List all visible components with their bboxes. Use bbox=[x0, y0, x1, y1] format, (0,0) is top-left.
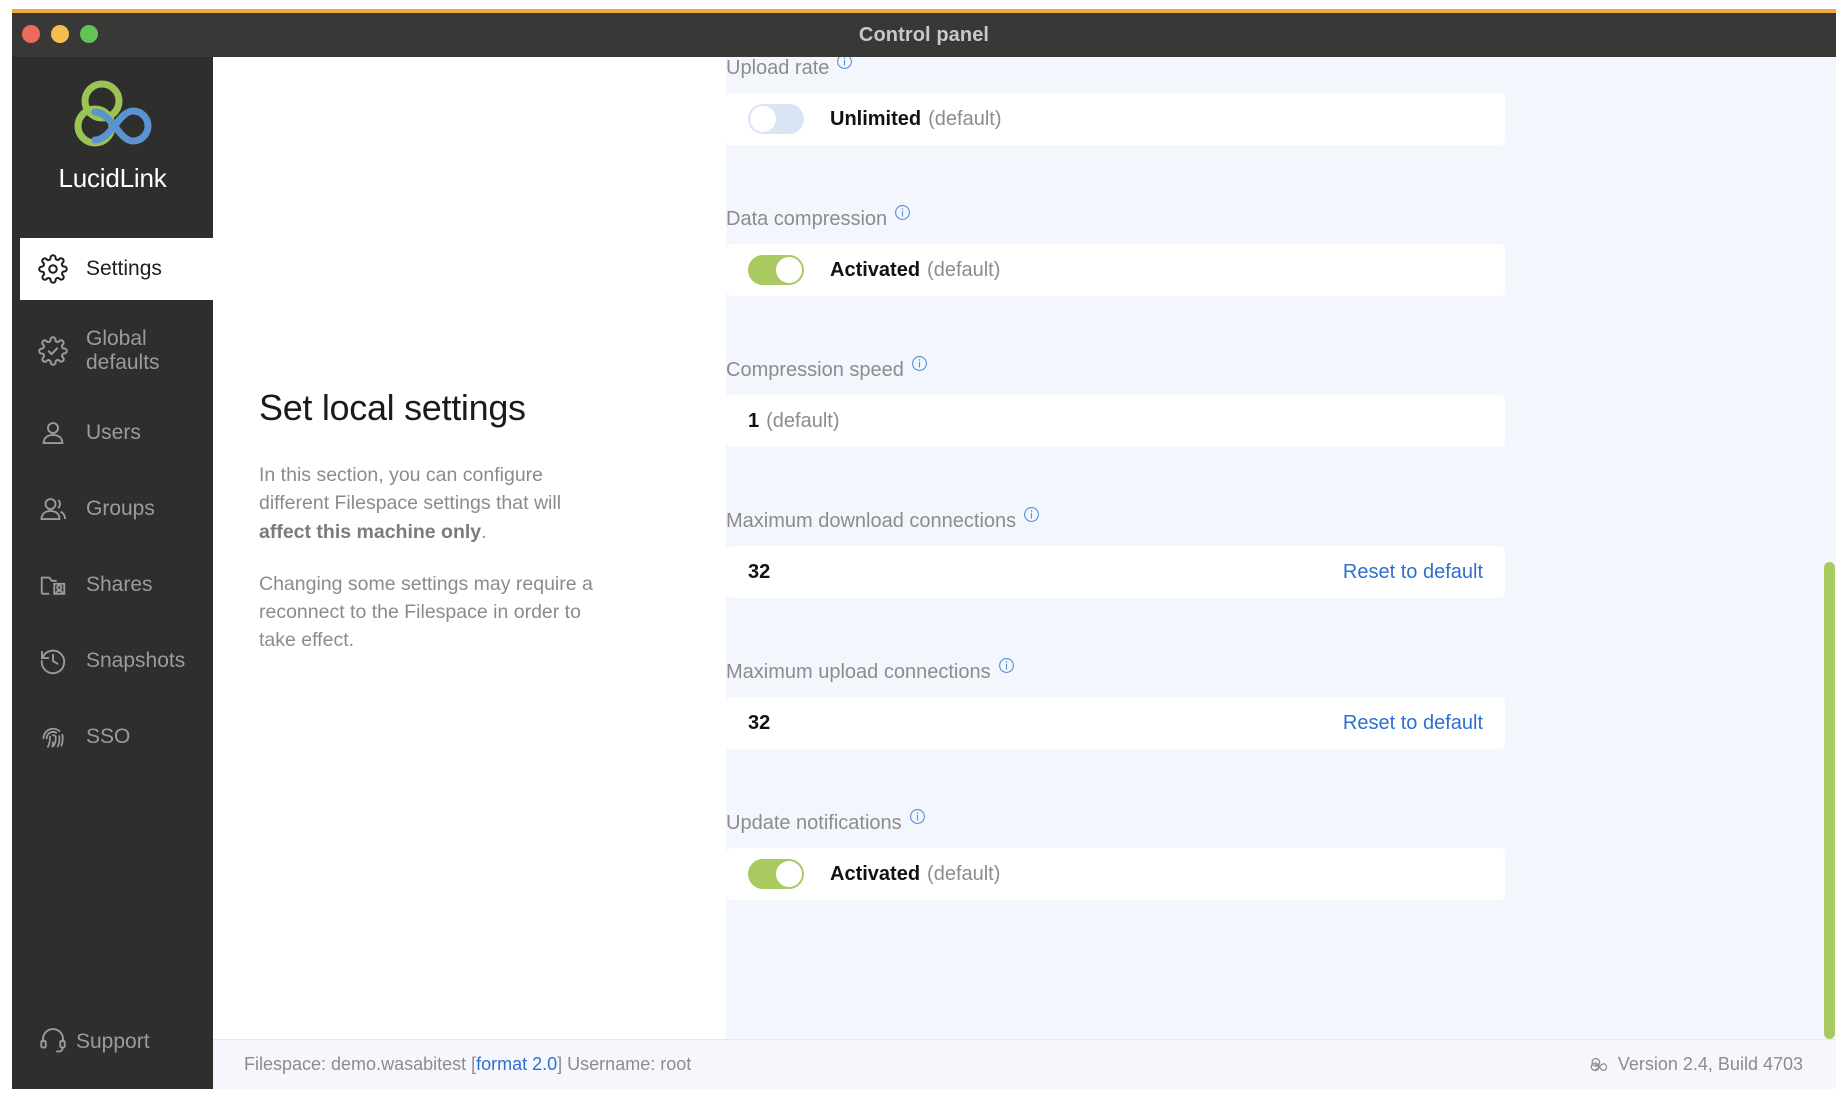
max-upload-connections-field[interactable]: 32 Reset to default bbox=[726, 697, 1505, 749]
max-upload-reset-to-default-link[interactable]: Reset to default bbox=[1343, 712, 1483, 735]
setting-label-row: Maximum upload connections bbox=[726, 658, 1836, 684]
sidebar-item-groups[interactable]: Groups bbox=[12, 478, 213, 540]
setting-max-upload-connections: Maximum upload connections 32 Reset to d… bbox=[726, 658, 1836, 749]
sidebar-item-label: SSO bbox=[86, 725, 131, 749]
sidebar-item-label: Global defaults bbox=[86, 327, 160, 374]
window-body: LucidLink Settings Global defaults Users… bbox=[12, 57, 1836, 1089]
sidebar-item-label: Support bbox=[76, 1030, 150, 1053]
filespace-suffix: ] Username: root bbox=[557, 1054, 692, 1074]
setting-upload-rate: Upload rate Unlimited (default) bbox=[726, 57, 1836, 145]
setting-update-notifications: Update notifications Activated (default) bbox=[726, 809, 1836, 900]
sidebar-item-label: Users bbox=[86, 421, 141, 445]
sidebar-item-settings[interactable]: Settings bbox=[20, 238, 221, 300]
setting-data-compression: Data compression Activated (default) bbox=[726, 205, 1836, 296]
upload-rate-default-note: (default) bbox=[928, 107, 1002, 130]
sidebar-item-shares[interactable]: Shares bbox=[12, 554, 213, 616]
user-icon bbox=[38, 418, 78, 448]
sidebar-item-label: Settings bbox=[86, 257, 162, 281]
gear-icon bbox=[38, 254, 78, 284]
setting-label-row: Compression speed bbox=[726, 356, 1836, 382]
setting-max-download-connections: Maximum download connections 32 Reset to… bbox=[726, 507, 1836, 598]
info-paragraph-1-bold: affect this machine only bbox=[259, 520, 482, 543]
users-icon bbox=[38, 494, 78, 524]
upload-rate-toggle[interactable] bbox=[748, 104, 804, 134]
upload-rate-field[interactable]: Unlimited (default) bbox=[726, 93, 1505, 145]
setting-label-text: Upload rate bbox=[726, 57, 830, 79]
sidebar-item-support[interactable]: Support bbox=[12, 1011, 213, 1073]
info-icon[interactable] bbox=[911, 355, 928, 378]
lucidlink-mark-icon bbox=[1590, 1057, 1609, 1072]
window-titlebar[interactable]: Control panel bbox=[12, 13, 1836, 57]
clock-history-icon bbox=[38, 646, 78, 676]
version-status: Version 2.4, Build 4703 bbox=[1590, 1054, 1803, 1075]
info-paragraph-1-pre: In this section, you can configure diffe… bbox=[259, 464, 562, 515]
info-icon[interactable] bbox=[836, 57, 853, 76]
sidebar: LucidLink Settings Global defaults Users… bbox=[12, 57, 221, 1089]
sidebar-item-snapshots[interactable]: Snapshots bbox=[12, 630, 213, 692]
status-bar: Filespace: demo.wasabitest [format 2.0] … bbox=[213, 1039, 1836, 1089]
sidebar-item-sso[interactable]: SSO bbox=[12, 706, 213, 768]
sidebar-nav: Settings Global defaults Users Groups Sh… bbox=[12, 238, 221, 782]
control-panel-window: Control panel LucidLink Settings Global … bbox=[12, 9, 1836, 1089]
compression-speed-default-note: (default) bbox=[766, 409, 840, 432]
sidebar-item-label: Snapshots bbox=[86, 649, 186, 673]
max-download-connections-field[interactable]: 32 Reset to default bbox=[726, 546, 1505, 598]
info-icon[interactable] bbox=[909, 808, 926, 831]
max-download-connections-value: 32 bbox=[748, 560, 771, 583]
max-download-reset-to-default-link[interactable]: Reset to default bbox=[1343, 561, 1483, 584]
setting-label-row: Data compression bbox=[726, 205, 1836, 231]
brand-name: LucidLink bbox=[58, 163, 167, 193]
settings-pane: Upload rate Unlimited (default) Data com… bbox=[726, 57, 1836, 1039]
settings-scrollbar[interactable] bbox=[1824, 57, 1836, 1039]
info-pane: Set local settings In this section, you … bbox=[213, 57, 726, 1039]
setting-label-row: Upload rate bbox=[726, 57, 1836, 80]
version-text: Version 2.4, Build 4703 bbox=[1617, 1054, 1803, 1074]
setting-label-text: Compression speed bbox=[726, 359, 904, 381]
setting-label-text: Maximum download connections bbox=[726, 510, 1017, 532]
info-icon[interactable] bbox=[894, 204, 911, 227]
sidebar-item-label: Shares bbox=[86, 573, 153, 597]
data-compression-default-note: (default) bbox=[927, 258, 1001, 281]
sidebar-item-global-defaults[interactable]: Global defaults bbox=[12, 314, 213, 388]
filespace-prefix: Filespace: demo.wasabitest [ bbox=[244, 1054, 477, 1074]
setting-label-text: Update notifications bbox=[726, 812, 902, 834]
headset-icon bbox=[38, 1024, 68, 1060]
update-notifications-value: Activated bbox=[830, 862, 921, 885]
update-notifications-toggle[interactable] bbox=[748, 859, 804, 889]
setting-label-row: Update notifications bbox=[726, 809, 1836, 835]
info-icon[interactable] bbox=[1023, 506, 1040, 529]
brand-logo: LucidLink bbox=[12, 79, 213, 194]
fingerprint-icon bbox=[38, 722, 78, 752]
setting-label-text: Maximum upload connections bbox=[726, 661, 991, 683]
setting-label-row: Maximum download connections bbox=[726, 507, 1836, 533]
filespace-status: Filespace: demo.wasabitest [format 2.0] … bbox=[244, 1054, 691, 1075]
compression-speed-field[interactable]: 1 (default) bbox=[726, 395, 1505, 447]
data-compression-value: Activated bbox=[830, 258, 921, 281]
info-paragraph-1: In this section, you can configure diffe… bbox=[259, 461, 599, 546]
sidebar-item-label: Groups bbox=[86, 497, 155, 521]
info-icon[interactable] bbox=[998, 657, 1015, 680]
info-paragraph-1-post: . bbox=[481, 520, 487, 543]
lucidlink-logo-icon bbox=[74, 80, 151, 147]
update-notifications-field[interactable]: Activated (default) bbox=[726, 848, 1505, 900]
app-root: Control panel LucidLink Settings Global … bbox=[0, 0, 1848, 1098]
setting-label-text: Data compression bbox=[726, 208, 888, 230]
update-notifications-default-note: (default) bbox=[927, 862, 1001, 885]
data-compression-field[interactable]: Activated (default) bbox=[726, 244, 1505, 296]
sidebar-item-users[interactable]: Users bbox=[12, 402, 213, 464]
settings-scrollbar-thumb[interactable] bbox=[1824, 562, 1835, 1039]
folder-user-icon bbox=[38, 570, 78, 600]
data-compression-toggle[interactable] bbox=[748, 255, 804, 285]
compression-speed-value: 1 bbox=[748, 409, 760, 432]
upload-rate-value: Unlimited bbox=[830, 107, 922, 130]
info-paragraph-2: Changing some settings may require a rec… bbox=[259, 572, 593, 652]
page-title: Set local settings bbox=[259, 387, 526, 428]
max-upload-connections-value: 32 bbox=[748, 711, 771, 734]
gear-check-icon bbox=[38, 336, 78, 366]
setting-compression-speed: Compression speed 1 (default) bbox=[726, 356, 1836, 447]
format-version-link[interactable]: format 2.0 bbox=[476, 1054, 557, 1074]
window-title: Control panel bbox=[858, 24, 990, 46]
